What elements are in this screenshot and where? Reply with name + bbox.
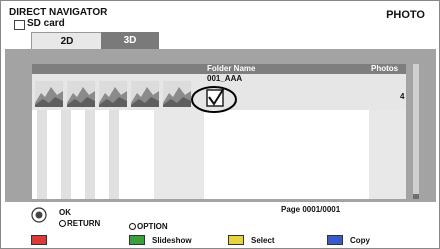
slideshow-label: Slideshow [152, 236, 192, 245]
green-button[interactable] [129, 235, 145, 245]
sd-card-icon [14, 20, 25, 30]
list-column-stripe [109, 110, 119, 199]
column-header-photos: Photos [371, 64, 399, 73]
list-column-stripe [85, 110, 95, 199]
photo-count: 4 [400, 92, 405, 101]
photo-thumbnail[interactable] [35, 81, 63, 107]
page-title: DIRECT NAVIGATOR [9, 7, 108, 18]
page-indicator: Page 0001/0001 [281, 205, 341, 214]
mode-label: PHOTO [386, 9, 425, 21]
photo-thumbnail[interactable] [163, 81, 191, 107]
folder-name: 001_AAA [207, 74, 243, 83]
return-button-icon [59, 220, 66, 228]
navigation-ring-icon [31, 207, 47, 223]
checkbox-checked-icon[interactable] [190, 85, 238, 114]
direct-navigator-screen: DIRECT NAVIGATOR PHOTO SD card 2D 3D Fol… [0, 0, 440, 249]
scrollbar-thumb[interactable] [413, 64, 419, 194]
return-label: RETURN [59, 219, 100, 228]
blue-button[interactable] [327, 235, 343, 245]
thumbnail-column [154, 110, 204, 199]
photo-thumbnail[interactable] [99, 81, 127, 107]
ok-label: OK [59, 208, 71, 217]
copy-label: Copy [350, 236, 370, 245]
tab-2d[interactable]: 2D [31, 32, 103, 50]
select-label: Select [251, 236, 275, 245]
photo-thumbnail[interactable] [131, 81, 159, 107]
option-button-icon [129, 223, 136, 231]
photo-thumbnail[interactable] [67, 81, 95, 107]
return-label-text: RETURN [67, 219, 101, 228]
photos-column [369, 110, 406, 199]
yellow-button[interactable] [228, 235, 244, 245]
list-column-stripe [61, 110, 71, 199]
option-label: OPTION [129, 222, 168, 231]
column-header-folder: Folder Name [207, 64, 256, 73]
red-button[interactable] [31, 235, 47, 245]
tab-3d[interactable]: 3D [101, 32, 159, 49]
option-label-text: OPTION [137, 222, 168, 231]
source-label: SD card [27, 18, 65, 29]
list-column-stripe [37, 110, 47, 199]
